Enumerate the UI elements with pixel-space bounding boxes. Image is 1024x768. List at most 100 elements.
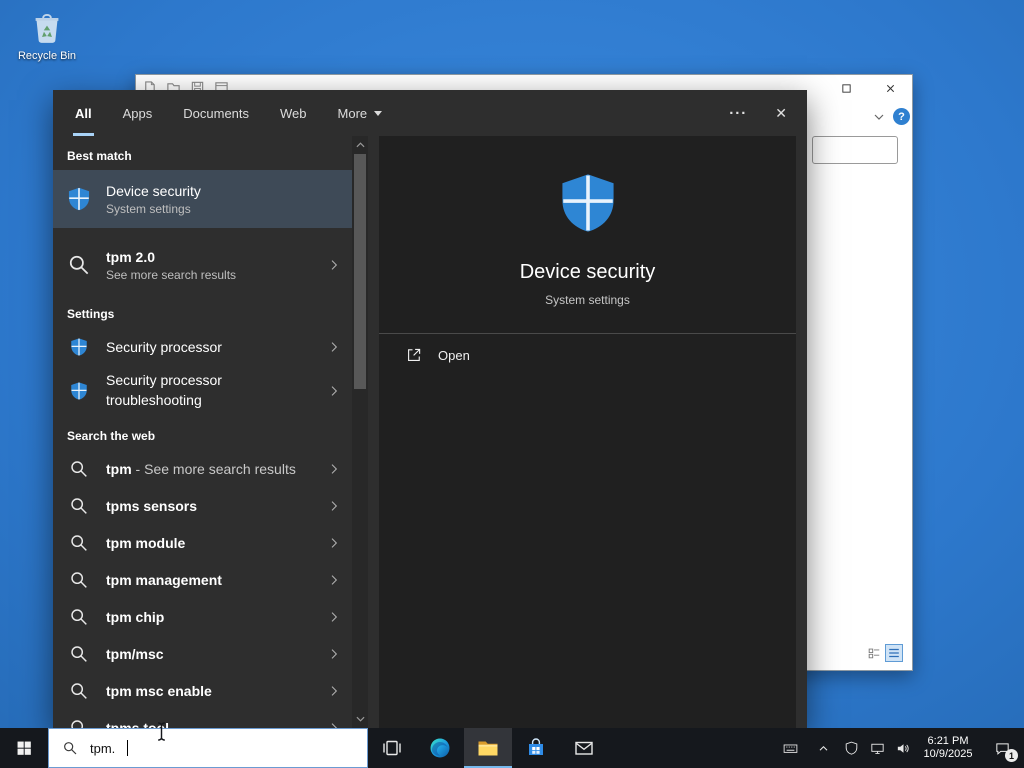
chevron-right-icon bbox=[331, 537, 338, 548]
results-scrollbar[interactable] bbox=[352, 136, 368, 728]
edge-button[interactable] bbox=[416, 728, 464, 768]
scrollbar-thumb[interactable] bbox=[354, 154, 366, 389]
taskbar-search-input[interactable]: tpm. bbox=[48, 728, 368, 768]
volume-tray-button[interactable] bbox=[890, 728, 916, 768]
maximize-button[interactable] bbox=[824, 75, 868, 102]
preview-title: Device security bbox=[519, 261, 656, 283]
open-label: Open bbox=[438, 347, 470, 363]
result-security-processor[interactable]: Security processor bbox=[53, 328, 352, 366]
web-suggestion[interactable]: tpm - See more search results bbox=[53, 450, 352, 487]
window-controls bbox=[824, 75, 912, 102]
system-tray: 6:21 PM 10/9/2025 1 bbox=[772, 728, 1024, 768]
edge-icon bbox=[430, 738, 450, 758]
search-icon bbox=[65, 677, 93, 705]
start-button[interactable] bbox=[0, 728, 48, 768]
best-match-header: Best match bbox=[67, 149, 132, 163]
file-explorer-icon bbox=[478, 741, 498, 756]
notification-badge: 1 bbox=[1005, 749, 1018, 762]
tab-apps[interactable]: Apps bbox=[121, 90, 155, 136]
help-button[interactable]: ? bbox=[893, 108, 910, 125]
network-tray-button[interactable] bbox=[864, 728, 890, 768]
recycle-bin-icon bbox=[35, 14, 59, 43]
file-explorer-button[interactable] bbox=[464, 728, 512, 768]
details-view-button[interactable] bbox=[885, 644, 903, 662]
more-dropdown-caret-icon bbox=[374, 110, 383, 116]
chevron-up-icon bbox=[819, 745, 827, 751]
web-suggestion[interactable]: tpm msc enable bbox=[53, 672, 352, 709]
suggestion-note: - See more search results bbox=[131, 460, 296, 477]
list-view-icon bbox=[868, 648, 880, 659]
suggestion-text: tpm bbox=[106, 460, 132, 477]
search-results-list: Best match Device security System settin… bbox=[53, 136, 352, 728]
result-preview-panel: Device security System settings Open bbox=[379, 136, 796, 728]
web-suggestion[interactable]: tpm module bbox=[53, 524, 352, 561]
overflow-menu-button[interactable]: ··· bbox=[729, 105, 747, 122]
task-view-button[interactable] bbox=[368, 728, 416, 768]
result-title: Security processor bbox=[106, 339, 222, 355]
action-center-button[interactable]: 1 bbox=[980, 728, 1024, 768]
search-web-header: Search the web bbox=[67, 429, 156, 443]
tab-all[interactable]: All bbox=[73, 90, 94, 136]
suggestion-text: tpm management bbox=[106, 571, 222, 588]
search-icon bbox=[65, 640, 93, 668]
search-flyout: All Apps Documents Web More ··· ✕ Best m… bbox=[53, 90, 807, 728]
search-input-value: tpm. bbox=[90, 740, 116, 756]
clock-date: 10/9/2025 bbox=[923, 748, 973, 760]
clock-time: 6:21 PM bbox=[927, 735, 969, 747]
security-shield-icon bbox=[561, 174, 614, 232]
search-close-button[interactable]: ✕ bbox=[775, 105, 787, 122]
taskbar-clock[interactable]: 6:21 PM 10/9/2025 bbox=[916, 735, 980, 761]
window-close-icon bbox=[886, 84, 894, 93]
maximize-icon bbox=[841, 84, 851, 93]
volume-icon bbox=[897, 743, 909, 753]
chevron-right-icon bbox=[331, 386, 338, 396]
result-title: Device security bbox=[106, 182, 201, 199]
result-security-processor-troubleshooting[interactable]: Security processor troubleshooting bbox=[53, 366, 352, 416]
result-see-more[interactable]: tpm 2.0 See more search results bbox=[53, 236, 352, 294]
network-icon bbox=[870, 743, 884, 754]
web-suggestion[interactable]: tpms tool bbox=[53, 709, 352, 728]
tab-more[interactable]: More bbox=[336, 90, 385, 136]
window-view-toggles bbox=[866, 644, 903, 662]
show-hidden-icons-button[interactable] bbox=[808, 728, 838, 768]
settings-header: Settings bbox=[67, 307, 115, 321]
defender-shield-icon bbox=[845, 741, 857, 755]
touch-keyboard-button[interactable] bbox=[772, 728, 808, 768]
search-filter-tabs: All Apps Documents Web More ··· ✕ bbox=[53, 90, 807, 136]
result-title: Security processor troubleshooting bbox=[106, 372, 222, 408]
details-view-icon bbox=[889, 648, 899, 658]
search-icon bbox=[65, 529, 93, 557]
store-button[interactable] bbox=[512, 728, 560, 768]
web-suggestion[interactable]: tpm chip bbox=[53, 598, 352, 635]
result-device-security[interactable]: Device security System settings bbox=[53, 170, 352, 228]
recycle-bin-label: Recycle Bin bbox=[17, 50, 77, 62]
windows-logo-icon bbox=[17, 741, 31, 755]
open-action[interactable]: Open bbox=[379, 334, 796, 376]
web-suggestion[interactable]: tpm/msc bbox=[53, 635, 352, 672]
search-icon bbox=[64, 742, 77, 755]
list-view-button[interactable] bbox=[866, 645, 882, 661]
i-beam-cursor bbox=[158, 722, 165, 741]
chevron-right-icon bbox=[331, 500, 338, 511]
store-icon bbox=[529, 738, 543, 755]
recycle-bin[interactable]: Recycle Bin bbox=[12, 8, 82, 62]
web-suggestion[interactable]: tpm management bbox=[53, 561, 352, 598]
window-close-button[interactable] bbox=[868, 75, 912, 102]
web-suggestion[interactable]: tpms sensors bbox=[53, 487, 352, 524]
tab-web[interactable]: Web bbox=[278, 90, 309, 136]
scroll-down-button[interactable] bbox=[352, 712, 368, 726]
chevron-right-icon bbox=[331, 342, 338, 352]
search-icon bbox=[65, 603, 93, 631]
tab-documents[interactable]: Documents bbox=[181, 90, 251, 136]
search-icon bbox=[65, 714, 93, 728]
mail-button[interactable] bbox=[560, 728, 608, 768]
suggestion-text: tpm chip bbox=[106, 608, 165, 625]
window-chevron-down-icon[interactable] bbox=[874, 114, 884, 120]
window-text-field[interactable] bbox=[812, 136, 898, 164]
chevron-right-icon bbox=[331, 722, 338, 728]
search-icon bbox=[65, 455, 93, 483]
result-title: tpm 2.0 bbox=[106, 248, 156, 265]
task-view-icon bbox=[383, 740, 401, 756]
scroll-up-button[interactable] bbox=[352, 138, 368, 152]
defender-tray-button[interactable] bbox=[838, 728, 864, 768]
